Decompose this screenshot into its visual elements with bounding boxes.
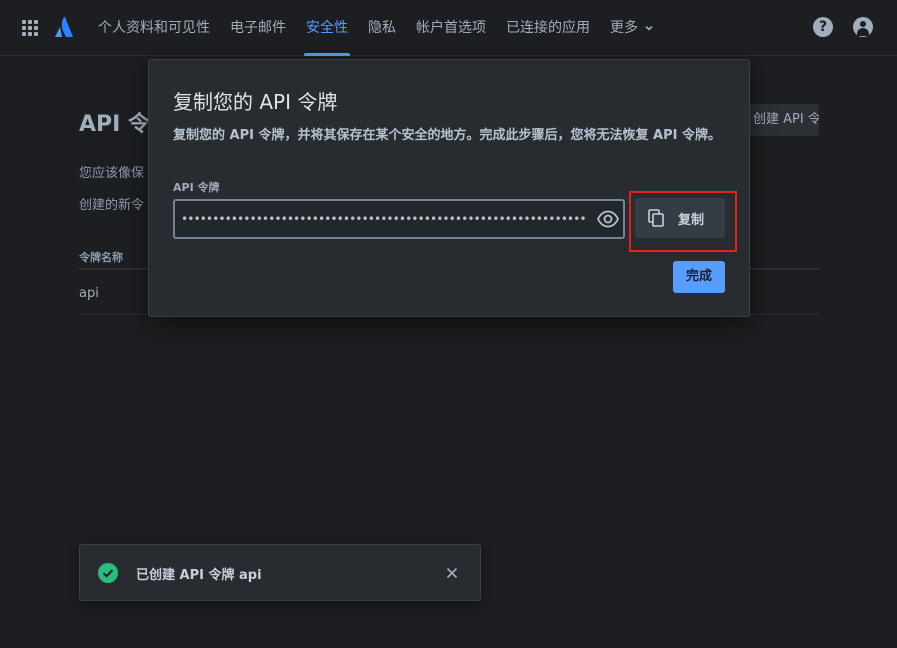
account-avatar-icon[interactable] xyxy=(853,17,873,37)
copy-button-label: 复制 xyxy=(678,212,705,228)
tab-more-label: 更多 xyxy=(610,20,638,36)
top-navigation-bar: 个人资料和可见性 电子邮件 安全性 隐私 帐户首选项 已连接的应用 更多 ? xyxy=(0,0,897,56)
token-input[interactable] xyxy=(181,209,587,229)
tab-profile-visibility[interactable]: 个人资料和可见性 xyxy=(88,0,220,56)
intro-text: 您应该像保 xyxy=(79,166,145,181)
close-icon[interactable] xyxy=(444,565,460,581)
done-button[interactable]: 完成 xyxy=(673,261,725,293)
create-api-token-button[interactable]: 创建 API 令牌 xyxy=(742,104,819,136)
success-toast: 已创建 API 令牌 api xyxy=(79,544,481,601)
tab-security[interactable]: 安全性 xyxy=(296,0,358,56)
tab-privacy[interactable]: 隐私 xyxy=(358,0,406,56)
copy-icon xyxy=(648,209,664,227)
intro-text-secondary: 创建的新令 xyxy=(79,198,145,213)
dialog-description: 复制您的 API 令牌，并将其保存在某个安全的地方。完成此步骤后，您将无法恢复 … xyxy=(173,128,721,143)
tab-email[interactable]: 电子邮件 xyxy=(220,0,296,56)
tab-more[interactable]: 更多 xyxy=(600,0,664,56)
eye-icon[interactable] xyxy=(597,210,619,228)
token-field-label: API 令牌 xyxy=(173,181,220,194)
tab-connected-apps[interactable]: 已连接的应用 xyxy=(496,0,600,56)
avatar-head xyxy=(860,21,866,27)
help-icon[interactable]: ? xyxy=(813,17,833,37)
avatar-body xyxy=(857,28,869,36)
token-field xyxy=(173,199,625,239)
nav-tabs: 个人资料和可见性 电子邮件 安全性 隐私 帐户首选项 已连接的应用 更多 xyxy=(88,0,664,56)
atlassian-logo-icon[interactable] xyxy=(54,16,74,38)
column-header-token-name: 令牌名称 xyxy=(79,251,123,264)
toast-message: 已创建 API 令牌 api xyxy=(136,568,262,583)
dialog-title: 复制您的 API 令牌 xyxy=(173,90,338,114)
tab-account-preferences[interactable]: 帐户首选项 xyxy=(406,0,496,56)
copy-button[interactable]: 复制 xyxy=(635,198,725,238)
success-check-icon xyxy=(98,563,118,583)
copy-token-dialog: 复制您的 API 令牌 复制您的 API 令牌，并将其保存在某个安全的地方。完成… xyxy=(148,59,750,317)
token-row-name: api xyxy=(79,286,99,301)
app-switcher-icon[interactable] xyxy=(22,20,38,36)
chevron-down-icon xyxy=(645,25,654,31)
